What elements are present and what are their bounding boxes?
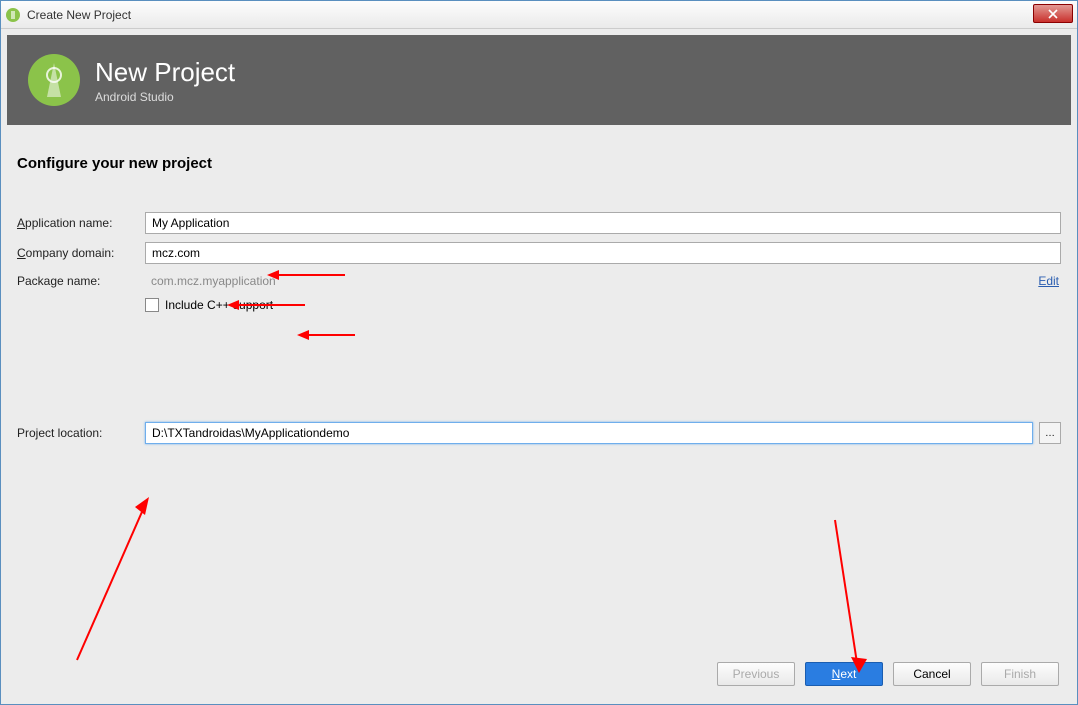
include-cpp-row: Include C++ support	[145, 298, 1061, 312]
annotation-arrow-icon	[67, 495, 157, 665]
dialog-window: Create New Project New Project Android S…	[0, 0, 1078, 705]
android-studio-logo-icon	[27, 53, 81, 107]
application-name-input[interactable]	[145, 212, 1061, 234]
browse-location-button[interactable]: …	[1039, 422, 1061, 444]
close-button[interactable]	[1033, 4, 1073, 23]
company-domain-label: Company domain:	[17, 246, 145, 260]
project-location-label: Project location:	[17, 426, 145, 440]
android-studio-icon	[5, 7, 21, 23]
label-text: pplication name:	[25, 216, 112, 230]
annotation-arrow-icon	[825, 515, 875, 675]
finish-button: Finish	[981, 662, 1059, 686]
header-subtitle: Android Studio	[95, 90, 235, 104]
section-title: Configure your new project	[7, 125, 1071, 212]
package-name-label: Package name:	[17, 274, 145, 288]
edit-package-link[interactable]: Edit	[1038, 274, 1059, 288]
window-title: Create New Project	[27, 8, 131, 22]
include-cpp-label: Include C++ support	[165, 298, 273, 312]
project-location-input[interactable]	[145, 422, 1033, 444]
application-name-row: Application name:	[17, 212, 1061, 234]
dialog-body: New Project Android Studio Configure you…	[1, 29, 1077, 704]
application-name-label: Application name:	[17, 216, 145, 230]
package-name-value: com.mcz.myapplication	[145, 272, 282, 290]
company-domain-input[interactable]	[145, 242, 1061, 264]
header-title: New Project	[95, 57, 235, 88]
next-button[interactable]: Next	[805, 662, 883, 686]
label-text: ompany domain:	[26, 246, 115, 260]
package-name-row: Package name: com.mcz.myapplication Edit	[17, 272, 1061, 290]
company-domain-row: Company domain:	[17, 242, 1061, 264]
dialog-header: New Project Android Studio	[7, 35, 1071, 125]
dialog-footer: Previous Next Cancel Finish	[717, 662, 1059, 686]
cancel-button[interactable]: Cancel	[893, 662, 971, 686]
previous-button: Previous	[717, 662, 795, 686]
titlebar[interactable]: Create New Project	[1, 1, 1077, 29]
include-cpp-checkbox[interactable]	[145, 298, 159, 312]
project-location-row: Project location: …	[17, 422, 1061, 444]
